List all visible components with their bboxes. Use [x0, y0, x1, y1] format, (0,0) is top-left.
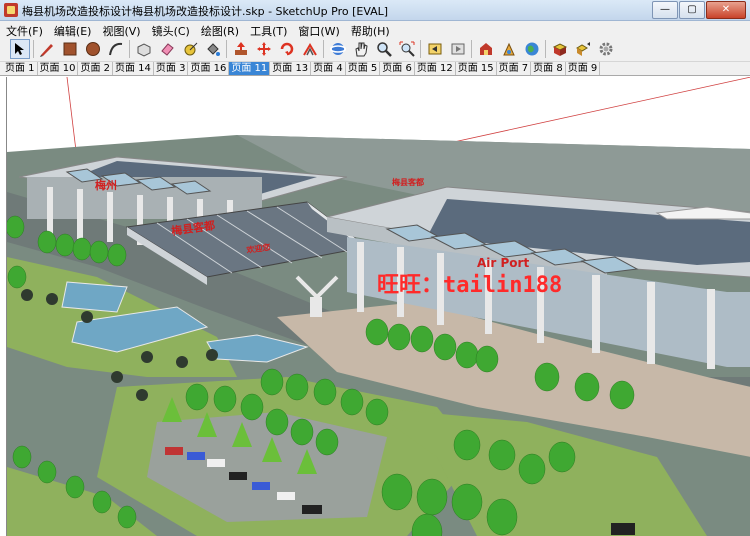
minimize-button[interactable]: — — [652, 1, 678, 19]
maximize-button[interactable]: ▢ — [679, 1, 705, 19]
zoom-icon[interactable] — [374, 39, 394, 59]
tab-page-9[interactable]: 页面 9 — [566, 62, 601, 75]
menu-file[interactable]: 文件(F) — [0, 21, 48, 38]
select-arrow-glyph — [15, 43, 24, 55]
warehouse-icon[interactable] — [476, 39, 496, 59]
airport-scene: 梅州 梅县客都 欢迎您 梅县客都 Air Port 旺旺：tailin188 — [7, 77, 750, 536]
sketchup-app-icon — [4, 3, 18, 17]
move-glyph — [257, 42, 271, 56]
menu-window[interactable]: 窗口(W) — [292, 21, 344, 38]
offset-glyph — [303, 43, 317, 56]
tab-page-13[interactable]: 页面 13 — [270, 62, 312, 75]
zoom-glyph — [377, 42, 392, 57]
menu-draw[interactable]: 绘图(R) — [195, 21, 244, 38]
dynamic-component-icon[interactable] — [573, 39, 593, 59]
rotate-glyph — [280, 42, 294, 56]
tab-page-7[interactable]: 页面 7 — [497, 62, 532, 75]
zoom-extents-icon[interactable] — [397, 39, 417, 59]
tape-measure-icon[interactable] — [180, 39, 200, 59]
orbit-glyph — [330, 43, 346, 55]
watermark-text: 旺旺：tailin188 — [377, 273, 562, 298]
make-component-icon[interactable] — [134, 39, 154, 59]
tab-page-16[interactable]: 页面 16 — [188, 62, 230, 75]
push-pull-icon[interactable] — [231, 39, 251, 59]
tab-page-1[interactable]: 页面 1 — [3, 62, 38, 75]
dynamic-glyph — [576, 42, 590, 56]
rotate-icon[interactable] — [277, 39, 297, 59]
tab-page-14[interactable]: 页面 14 — [113, 62, 154, 75]
title-bar: 梅县机场改造投标设计梅县机场改造投标设计.skp - SketchUp Pro … — [0, 0, 750, 21]
sign-roof-left: 梅州 — [95, 178, 117, 192]
eraser-icon[interactable] — [157, 39, 177, 59]
pan-hand-icon[interactable] — [351, 39, 371, 59]
prev-view-glyph — [428, 43, 442, 55]
toolbar-separator — [33, 40, 34, 58]
component-browser-icon[interactable] — [550, 39, 570, 59]
hand-glyph — [355, 42, 368, 57]
component-glyph — [137, 43, 151, 57]
tab-page-4[interactable]: 页面 4 — [311, 62, 346, 75]
tab-page-3[interactable]: 页面 3 — [154, 62, 189, 75]
pushpull-glyph — [235, 42, 247, 55]
google-earth-icon[interactable] — [522, 39, 542, 59]
next-view-glyph — [451, 43, 465, 55]
canopy-column — [310, 297, 322, 317]
arc-glyph — [109, 42, 123, 56]
toolbar-separator — [129, 40, 130, 58]
rectangle-icon[interactable] — [60, 39, 80, 59]
paint-bucket-icon[interactable] — [203, 39, 223, 59]
earth-glyph — [525, 42, 539, 56]
rectangle-glyph — [63, 42, 77, 56]
share-glyph — [503, 42, 515, 56]
scene-tabs: 页面 1 页面 10 页面 2 页面 14 页面 3 页面 16 页面 11 页… — [0, 62, 750, 76]
pond — [61, 281, 128, 313]
move-icon[interactable] — [254, 39, 274, 59]
toolbar-separator — [545, 40, 546, 58]
toolbar-separator — [323, 40, 324, 58]
menu-help[interactable]: 帮助(H) — [345, 21, 395, 38]
tab-page-6[interactable]: 页面 6 — [380, 62, 415, 75]
circle-icon[interactable] — [83, 39, 103, 59]
select-arrow-icon[interactable] — [10, 39, 30, 59]
menu-edit[interactable]: 编辑(E) — [48, 21, 97, 38]
zoom-extents-glyph — [399, 41, 415, 57]
pencil-line-icon[interactable] — [37, 39, 57, 59]
arc-icon[interactable] — [106, 39, 126, 59]
window-title: 梅县机场改造投标设计梅县机场改造投标设计.skp - SketchUp Pro … — [22, 5, 389, 18]
toolbar-separator — [471, 40, 472, 58]
tab-page-11[interactable]: 页面 11 — [229, 62, 271, 75]
tape-glyph — [184, 42, 198, 56]
tab-page-10[interactable]: 页面 10 — [38, 62, 79, 75]
menu-view[interactable]: 视图(V) — [96, 21, 145, 38]
gear-settings-icon[interactable] — [596, 39, 616, 59]
component-browser-glyph — [552, 43, 568, 56]
next-view-icon[interactable] — [448, 39, 468, 59]
close-button[interactable]: ✕ — [706, 1, 746, 19]
paint-glyph — [207, 43, 220, 56]
tab-page-12[interactable]: 页面 12 — [415, 62, 456, 75]
offset-icon[interactable] — [300, 39, 320, 59]
eraser-glyph — [161, 43, 174, 56]
gear-glyph — [599, 42, 613, 56]
pencil-glyph — [40, 44, 53, 57]
main-toolbar — [0, 37, 750, 62]
toolbar-separator — [420, 40, 421, 58]
previous-view-icon[interactable] — [425, 39, 445, 59]
circle-glyph — [86, 42, 100, 56]
menu-camera[interactable]: 镜头(C) — [146, 21, 195, 38]
orbit-icon[interactable] — [328, 39, 348, 59]
toolbar-separator — [226, 40, 227, 58]
model-viewport[interactable]: 梅州 梅县客都 欢迎您 梅县客都 Air Port 旺旺：tailin188 — [6, 77, 750, 536]
tab-page-8[interactable]: 页面 8 — [531, 62, 566, 75]
menu-bar: 文件(F) 编辑(E) 视图(V) 镜头(C) 绘图(R) 工具(T) 窗口(W… — [0, 21, 750, 38]
menu-tools[interactable]: 工具(T) — [244, 21, 292, 38]
tab-page-5[interactable]: 页面 5 — [346, 62, 381, 75]
tab-page-15[interactable]: 页面 15 — [456, 62, 497, 75]
window-controls: — ▢ ✕ — [652, 1, 746, 19]
share-model-icon[interactable] — [499, 39, 519, 59]
sign-air-port: Air Port — [477, 256, 529, 270]
warehouse-glyph — [480, 43, 492, 55]
sign-terminal-top: 梅县客都 — [392, 177, 424, 187]
tab-page-2[interactable]: 页面 2 — [78, 62, 113, 75]
